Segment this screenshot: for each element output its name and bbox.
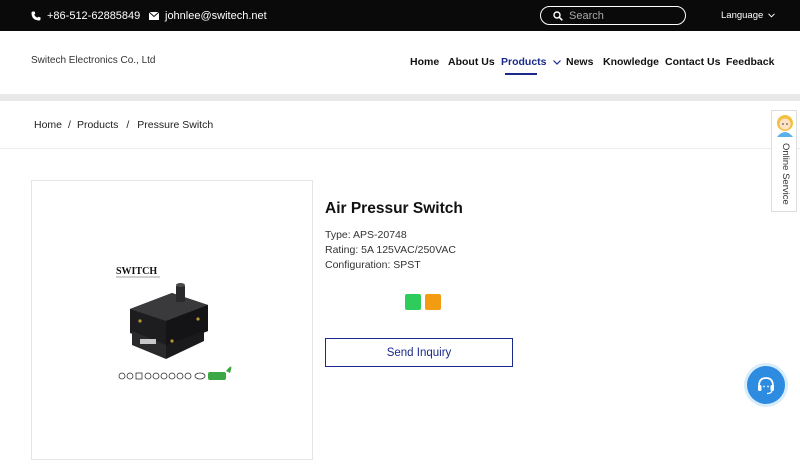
nav-knowledge-label: Knowledge [603, 56, 660, 68]
nav-contact-us-label: Contact Us [665, 56, 721, 68]
phone-contact[interactable]: +86-512-62885849 [31, 0, 140, 31]
breadcrumb-pressure-switch[interactable]: Pressure Switch [137, 119, 213, 131]
search-box[interactable] [540, 6, 686, 25]
nav-news-label: News [566, 56, 594, 68]
product-image: SWITCH [116, 266, 232, 380]
chat-button[interactable] [747, 366, 785, 404]
nav-products-label: Products [501, 56, 547, 68]
breadcrumb-separator: / [126, 119, 130, 131]
product-logo-text: SWITCH [116, 266, 157, 277]
brand-name[interactable]: Switech Electronics Co., Ltd [31, 55, 156, 66]
nav-about-us-label: About Us [448, 56, 495, 68]
breadcrumb-separator: / [68, 119, 71, 131]
breadcrumb-home[interactable]: Home [34, 119, 62, 131]
color-swatch-orange[interactable] [425, 294, 441, 310]
phone-icon [31, 11, 41, 20]
nav-contact-us[interactable]: Contact Us [665, 56, 720, 68]
nav-active-indicator [505, 73, 537, 75]
nav-home-label: Home [410, 56, 440, 68]
email-address: johnlee@switech.net [165, 9, 267, 22]
nav-feedback[interactable]: Feedback [726, 56, 774, 68]
nav-feedback-label: Feedback [726, 56, 775, 68]
online-service-tab[interactable]: Online Service [771, 110, 797, 212]
language-selector[interactable]: Language [721, 0, 776, 31]
search-input[interactable] [569, 9, 679, 22]
product-image-box[interactable]: SWITCH [31, 180, 313, 460]
product-rating: Rating: 5A 125VAC/250VAC [325, 244, 456, 256]
nav-knowledge[interactable]: Knowledge [603, 56, 659, 68]
breadcrumb-products[interactable]: Products [77, 119, 118, 131]
nav-news[interactable]: News [566, 56, 593, 68]
header-divider-band [0, 94, 800, 101]
chevron-down-icon [768, 13, 776, 18]
language-label: Language [721, 10, 764, 21]
nav-home[interactable]: Home [410, 56, 439, 68]
product-title: Air Pressur Switch [325, 200, 463, 217]
search-icon [553, 10, 563, 21]
avatar-icon [777, 115, 793, 137]
envelope-icon [149, 11, 159, 20]
color-swatch-green[interactable] [405, 294, 421, 310]
nav-products[interactable]: Products [501, 56, 561, 68]
breadcrumb: Home / Products / Pressure Switch [34, 119, 213, 131]
online-service-label: Online Service [780, 143, 791, 205]
divider [0, 148, 800, 149]
phone-number: +86-512-62885849 [47, 9, 141, 22]
email-contact[interactable]: johnlee@switech.net [149, 0, 267, 31]
send-inquiry-button[interactable]: Send Inquiry [325, 338, 513, 367]
product-configuration: Configuration: SPST [325, 259, 421, 271]
nav-about-us[interactable]: About Us [448, 56, 495, 68]
chevron-down-icon [552, 59, 561, 65]
top-bar: +86-512-62885849 johnlee@switech.net Lan… [0, 0, 800, 31]
product-type: Type: APS-20748 [325, 229, 407, 241]
headset-icon [758, 377, 774, 395]
